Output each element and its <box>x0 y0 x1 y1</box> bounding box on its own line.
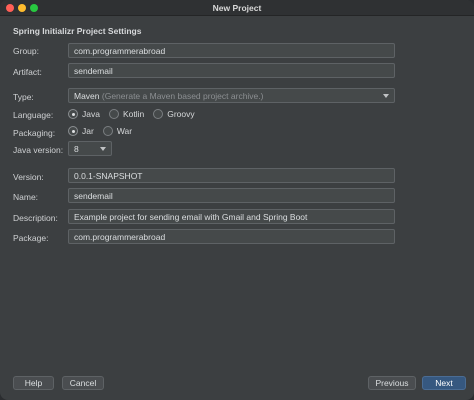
description-label: Description: <box>13 213 58 223</box>
radio-checked-icon <box>68 109 78 119</box>
radio-unchecked-icon <box>153 109 164 119</box>
language-option-groovy[interactable]: Groovy <box>153 109 195 119</box>
window-title: New Project <box>212 3 262 13</box>
help-button[interactable]: Help <box>13 376 54 390</box>
title-bar: New Project <box>0 0 474 16</box>
packaging-option-jar[interactable]: Jar <box>68 126 94 136</box>
artifact-label: Artifact: <box>13 67 42 77</box>
package-input[interactable]: com.programmerabroad <box>68 229 395 244</box>
packaging-option-war[interactable]: War <box>102 126 133 136</box>
language-label: Language: <box>13 110 54 120</box>
language-radio-group: Java Kotlin Groovy <box>68 107 204 121</box>
chevron-down-icon <box>383 94 389 98</box>
language-option-label: Groovy <box>167 109 195 119</box>
type-select[interactable]: Maven (Generate a Maven based project ar… <box>68 88 395 103</box>
name-label: Name: <box>13 192 39 202</box>
description-input[interactable]: Example project for sending email with G… <box>68 209 395 224</box>
dialog-button-bar: Help Cancel Previous Next <box>0 370 474 400</box>
cancel-button[interactable]: Cancel <box>62 376 104 390</box>
type-select-hint: (Generate a Maven based project archive.… <box>101 91 264 101</box>
chevron-down-icon <box>100 147 106 151</box>
packaging-option-label: Jar <box>82 126 94 136</box>
radio-unchecked-icon <box>102 126 113 136</box>
packaging-option-label: War <box>116 126 133 136</box>
name-input[interactable]: sendemail <box>68 188 395 203</box>
java-version-label: Java version: <box>13 145 64 155</box>
next-button[interactable]: Next <box>422 376 466 390</box>
radio-checked-icon <box>68 126 78 136</box>
java-version-value: 8 <box>74 144 79 154</box>
group-input[interactable]: com.programmerabroad <box>68 43 395 58</box>
package-label: Package: <box>13 233 49 243</box>
group-label: Group: <box>13 46 39 56</box>
radio-unchecked-icon <box>108 109 119 119</box>
previous-button[interactable]: Previous <box>368 376 416 390</box>
language-option-label: Java <box>82 109 100 119</box>
language-option-label: Kotlin <box>122 109 145 119</box>
java-version-select[interactable]: 8 <box>68 141 112 156</box>
version-label: Version: <box>13 172 44 182</box>
language-option-kotlin[interactable]: Kotlin <box>108 109 145 119</box>
language-option-java[interactable]: Java <box>68 109 100 119</box>
packaging-radio-group: Jar War <box>68 124 141 138</box>
version-input[interactable]: 0.0.1-SNAPSHOT <box>68 168 395 183</box>
type-label: Type: <box>13 92 34 102</box>
type-select-value: Maven <box>74 91 100 101</box>
new-project-dialog: New Project Spring Initializr Project Se… <box>0 0 474 400</box>
packaging-label: Packaging: <box>13 128 56 138</box>
artifact-input[interactable]: sendemail <box>68 63 395 78</box>
section-title: Spring Initializr Project Settings <box>13 26 142 36</box>
